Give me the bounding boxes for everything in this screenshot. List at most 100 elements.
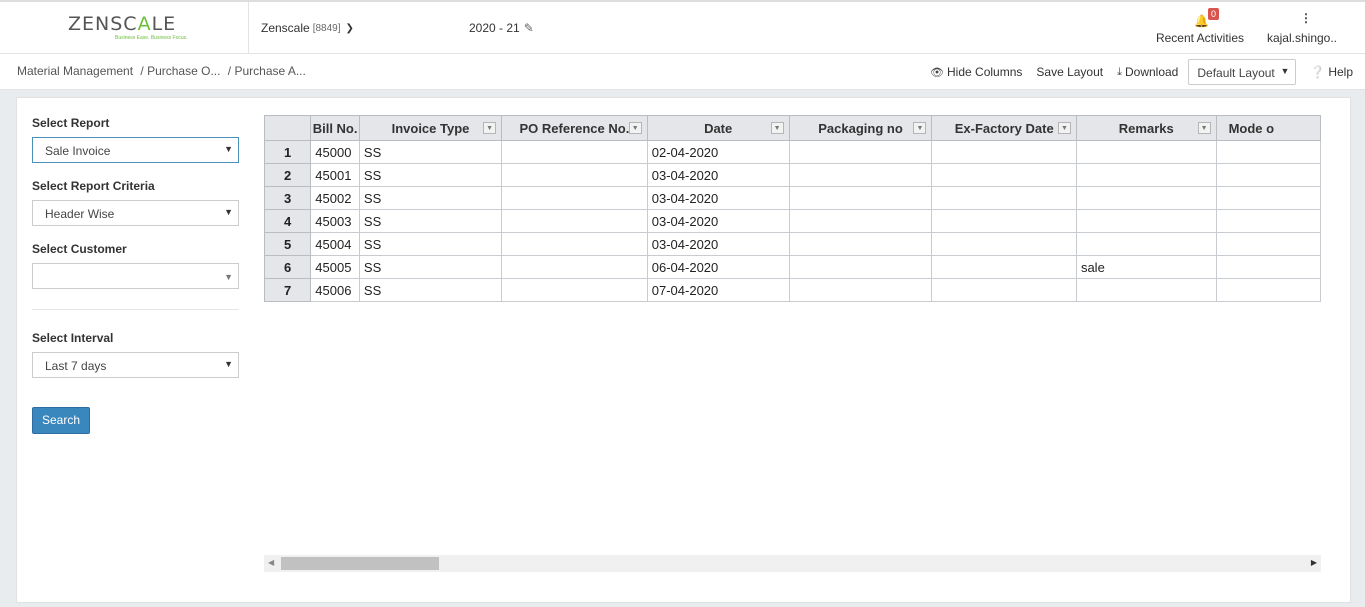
- select-criteria-dropdown[interactable]: Header Wise ▼: [32, 200, 239, 226]
- cell-packaging-no[interactable]: [788, 186, 933, 210]
- cell-remarks[interactable]: [1075, 140, 1217, 164]
- logo[interactable]: ZENSCALE Business Ease. Business Focus.: [0, 2, 249, 54]
- scrollbar-thumb[interactable]: [281, 557, 439, 570]
- cell-packaging-no[interactable]: [788, 209, 933, 233]
- cell-packaging-no[interactable]: [788, 232, 933, 256]
- cell-ex-factory-date[interactable]: [931, 232, 1077, 256]
- cell-po-reference[interactable]: [501, 186, 648, 210]
- cell-mode[interactable]: [1215, 255, 1321, 279]
- table-row[interactable]: 4 45003 SS 03-04-2020: [264, 209, 1321, 233]
- hide-columns-button[interactable]: 👁 Hide Columns: [930, 65, 1022, 79]
- cell-remarks[interactable]: [1075, 186, 1217, 210]
- column-header-mode[interactable]: Mode o: [1215, 115, 1321, 141]
- breadcrumb-item[interactable]: / Purchase A...: [228, 64, 306, 78]
- select-report-dropdown[interactable]: Sale Invoice ▼: [32, 137, 239, 163]
- column-header-po-reference[interactable]: PO Reference No. ▼: [501, 115, 648, 141]
- cell-po-reference[interactable]: [501, 278, 648, 302]
- cell-packaging-no[interactable]: [788, 163, 933, 187]
- cell-ex-factory-date[interactable]: [931, 255, 1077, 279]
- cell-mode[interactable]: [1215, 163, 1321, 187]
- cell-invoice-type[interactable]: SS: [358, 232, 503, 256]
- cell-invoice-type[interactable]: SS: [358, 186, 503, 210]
- breadcrumb-item[interactable]: / Purchase O...: [140, 64, 220, 78]
- cell-ex-factory-date[interactable]: [931, 163, 1077, 187]
- cell-invoice-type[interactable]: SS: [358, 140, 503, 164]
- cell-date[interactable]: 06-04-2020: [646, 255, 790, 279]
- table-row[interactable]: 7 45006 SS 07-04-2020: [264, 278, 1321, 302]
- cell-date[interactable]: 03-04-2020: [646, 186, 790, 210]
- cell-ex-factory-date[interactable]: [931, 209, 1077, 233]
- cell-invoice-type[interactable]: SS: [358, 163, 503, 187]
- cell-mode[interactable]: [1215, 278, 1321, 302]
- column-header-bill-no[interactable]: Bill No.: [310, 115, 360, 141]
- select-customer-dropdown[interactable]: ▼: [32, 263, 239, 289]
- column-header-remarks[interactable]: Remarks ▼: [1075, 115, 1217, 141]
- scroll-right-icon[interactable]: ▶: [1311, 558, 1317, 567]
- cell-bill-no[interactable]: 45000: [310, 140, 360, 164]
- table-row[interactable]: 3 45002 SS 03-04-2020: [264, 186, 1321, 210]
- cell-mode[interactable]: [1215, 140, 1321, 164]
- column-header-invoice-type[interactable]: Invoice Type ▼: [358, 115, 503, 141]
- filter-icon[interactable]: ▼: [1057, 122, 1071, 134]
- column-header-ex-factory-date[interactable]: Ex-Factory Date ▼: [931, 115, 1077, 141]
- column-header-packaging-no[interactable]: Packaging no ▼: [788, 115, 933, 141]
- search-button[interactable]: Search: [32, 407, 90, 434]
- filter-icon[interactable]: ▼: [770, 122, 784, 134]
- select-interval-dropdown[interactable]: Last 7 days ▼: [32, 352, 239, 378]
- column-header-date[interactable]: Date ▼: [646, 115, 790, 141]
- horizontal-scrollbar[interactable]: ◀ ▶: [264, 555, 1321, 572]
- cell-ex-factory-date[interactable]: [931, 140, 1077, 164]
- cell-mode[interactable]: [1215, 186, 1321, 210]
- cell-po-reference[interactable]: [501, 255, 648, 279]
- table-row[interactable]: 5 45004 SS 03-04-2020: [264, 232, 1321, 256]
- cell-date[interactable]: 07-04-2020: [646, 278, 790, 302]
- cell-remarks[interactable]: sale: [1075, 255, 1217, 279]
- cell-date[interactable]: 03-04-2020: [646, 163, 790, 187]
- cell-mode[interactable]: [1215, 209, 1321, 233]
- cell-invoice-type[interactable]: SS: [358, 278, 503, 302]
- download-button[interactable]: ⤓ Download: [1117, 65, 1178, 79]
- cell-po-reference[interactable]: [501, 163, 648, 187]
- scroll-left-icon[interactable]: ◀: [268, 558, 274, 567]
- filter-icon[interactable]: ▼: [913, 122, 927, 134]
- table-row[interactable]: 6 45005 SS 06-04-2020 sale: [264, 255, 1321, 279]
- company-switcher[interactable]: Zenscale [8849] ❯: [261, 21, 354, 35]
- cell-ex-factory-date[interactable]: [931, 186, 1077, 210]
- cell-invoice-type[interactable]: SS: [358, 209, 503, 233]
- filter-icon[interactable]: ▼: [1197, 122, 1211, 134]
- cell-date[interactable]: 03-04-2020: [646, 232, 790, 256]
- cell-bill-no[interactable]: 45002: [310, 186, 360, 210]
- cell-bill-no[interactable]: 45004: [310, 232, 360, 256]
- cell-po-reference[interactable]: [501, 232, 648, 256]
- cell-packaging-no[interactable]: [788, 278, 933, 302]
- cell-invoice-type[interactable]: SS: [358, 255, 503, 279]
- cell-mode[interactable]: [1215, 232, 1321, 256]
- help-button[interactable]: ❔ Help: [1310, 65, 1353, 79]
- cell-date[interactable]: 02-04-2020: [646, 140, 790, 164]
- table-row[interactable]: 2 45001 SS 03-04-2020: [264, 163, 1321, 187]
- cell-remarks[interactable]: [1075, 209, 1217, 233]
- save-layout-button[interactable]: Save Layout: [1036, 65, 1103, 79]
- layout-select[interactable]: Default Layout ▼: [1188, 59, 1297, 85]
- cell-remarks[interactable]: [1075, 278, 1217, 302]
- filter-icon[interactable]: ▼: [628, 122, 642, 134]
- filter-icon[interactable]: ▼: [483, 122, 497, 134]
- recent-activities[interactable]: 🔔 0 Recent Activities: [1150, 8, 1250, 52]
- cell-po-reference[interactable]: [501, 140, 648, 164]
- cell-bill-no[interactable]: 45001: [310, 163, 360, 187]
- cell-remarks[interactable]: [1075, 163, 1217, 187]
- cell-date[interactable]: 03-04-2020: [646, 209, 790, 233]
- cell-remarks[interactable]: [1075, 232, 1217, 256]
- cell-bill-no[interactable]: 45005: [310, 255, 360, 279]
- financial-year[interactable]: 2020 - 21 ✎: [469, 21, 534, 35]
- breadcrumb-item[interactable]: Material Management: [17, 64, 133, 78]
- table-row[interactable]: 1 45000 SS 02-04-2020: [264, 140, 1321, 164]
- user-menu[interactable]: ⋮ kajal.shingo..: [1262, 8, 1342, 52]
- cell-ex-factory-date[interactable]: [931, 278, 1077, 302]
- cell-bill-no[interactable]: 45003: [310, 209, 360, 233]
- cell-po-reference[interactable]: [501, 209, 648, 233]
- cell-packaging-no[interactable]: [788, 140, 933, 164]
- cell-packaging-no[interactable]: [788, 255, 933, 279]
- edit-icon[interactable]: ✎: [524, 21, 534, 35]
- cell-bill-no[interactable]: 45006: [310, 278, 360, 302]
